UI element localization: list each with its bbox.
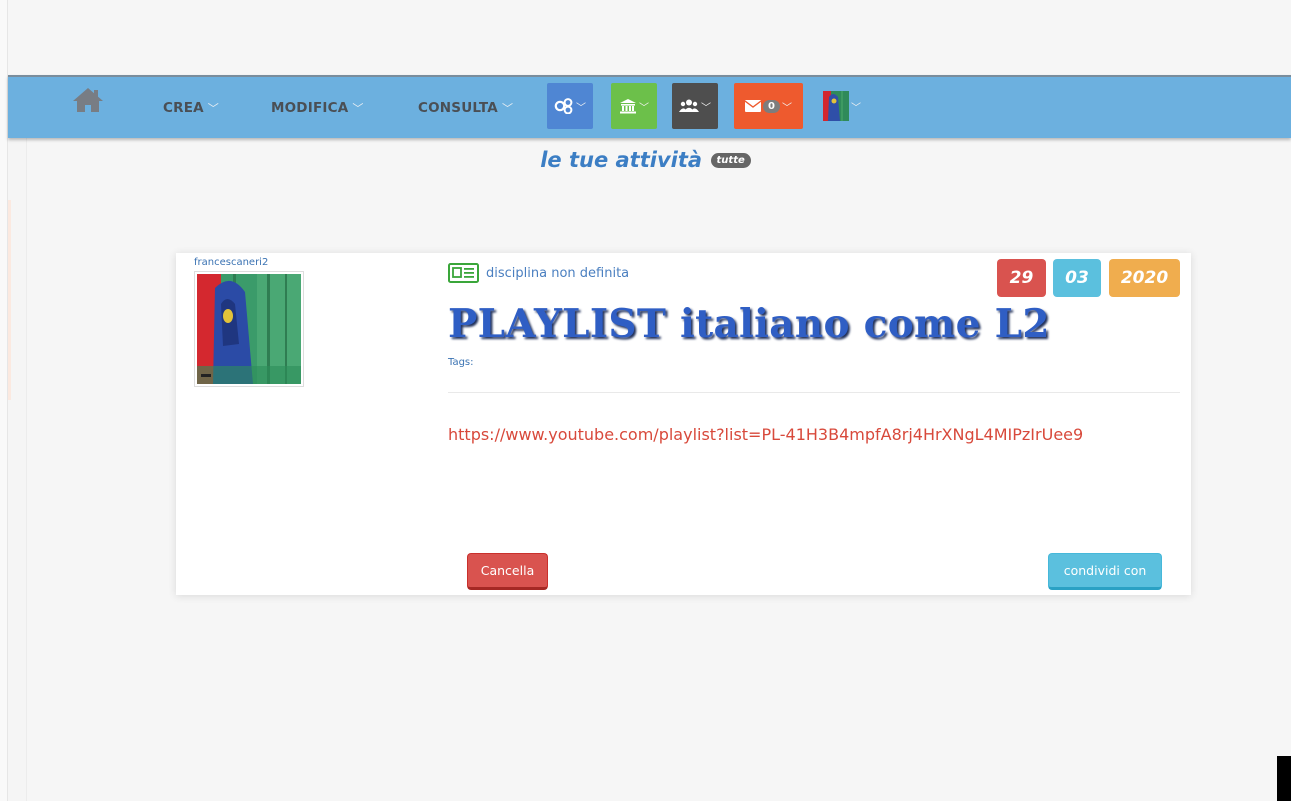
corner-block (1277, 756, 1291, 801)
menu-crea[interactable]: CREA ﹀ (163, 100, 219, 116)
menu-modifica[interactable]: MODIFICA ﹀ (271, 100, 364, 116)
card-avatar[interactable] (194, 271, 304, 387)
chevron-down-icon: ﹀ (207, 102, 219, 115)
top-blank-strip (0, 0, 1291, 75)
card-divider (448, 392, 1180, 393)
home-button[interactable] (70, 85, 106, 115)
playlist-link[interactable]: https://www.youtube.com/playlist?list=PL… (448, 425, 1083, 444)
group-menu-button[interactable]: ﹀ (672, 83, 718, 129)
menu-consulta-label: CONSULTA (418, 100, 498, 116)
envelope-icon (745, 100, 762, 112)
share-menu-button[interactable]: ﹀ (547, 83, 593, 129)
discipline-row: disciplina non definita (448, 263, 629, 283)
group-icon (679, 99, 699, 112)
painting-image (197, 274, 301, 384)
left-accent-line (8, 200, 11, 400)
card-username[interactable]: francescaneri2 (194, 257, 268, 268)
chevron-down-icon: ﹀ (851, 102, 861, 114)
discipline-label: disciplina non definita (486, 265, 630, 281)
all-activities-badge[interactable]: tutte (710, 153, 751, 169)
institution-icon (620, 99, 636, 114)
date-day-badge: 29 (997, 259, 1046, 297)
menu-consulta[interactable]: CONSULTA ﹀ (418, 100, 513, 116)
messages-menu-button[interactable]: 0 ﹀ (734, 83, 803, 129)
chevron-down-icon: ﹀ (781, 102, 792, 114)
menu-modifica-label: MODIFICA (271, 100, 349, 116)
chevron-down-icon: ﹀ (501, 102, 514, 115)
chevron-down-icon: ﹀ (701, 102, 711, 114)
menu-crea-label: CREA (163, 100, 204, 116)
chevron-down-icon: ﹀ (352, 102, 364, 115)
share-icon (554, 98, 573, 114)
message-count-badge: 0 (763, 99, 780, 113)
section-heading: le tue attività tutte (0, 148, 1291, 172)
user-avatar (823, 91, 849, 121)
user-menu-button[interactable]: ﹀ (817, 83, 867, 129)
newspaper-icon (448, 263, 479, 283)
delete-button[interactable]: Cancella (467, 553, 548, 590)
chevron-down-icon: ﹀ (639, 102, 649, 114)
date-month-badge: 03 (1053, 259, 1101, 297)
date-year-badge: 2020 (1109, 259, 1180, 297)
activity-title: PLAYLIST italiano come L2 (448, 301, 1050, 347)
top-navbar: CREA ﹀ MODIFICA ﹀ CONSULTA ﹀ ﹀ ﹀ ﹀ 0 ﹀ ﹀ (8, 75, 1291, 138)
tags-label: Tags: (448, 357, 474, 368)
activity-card: francescaneri2 disciplina non definita 2… (176, 253, 1191, 595)
home-icon (73, 88, 103, 112)
section-title: le tue attività (540, 148, 703, 172)
left-sidebar-edge (0, 0, 8, 801)
share-with-button[interactable]: condividi con (1048, 553, 1162, 590)
institution-menu-button[interactable]: ﹀ (611, 83, 657, 129)
chevron-down-icon: ﹀ (576, 102, 586, 114)
